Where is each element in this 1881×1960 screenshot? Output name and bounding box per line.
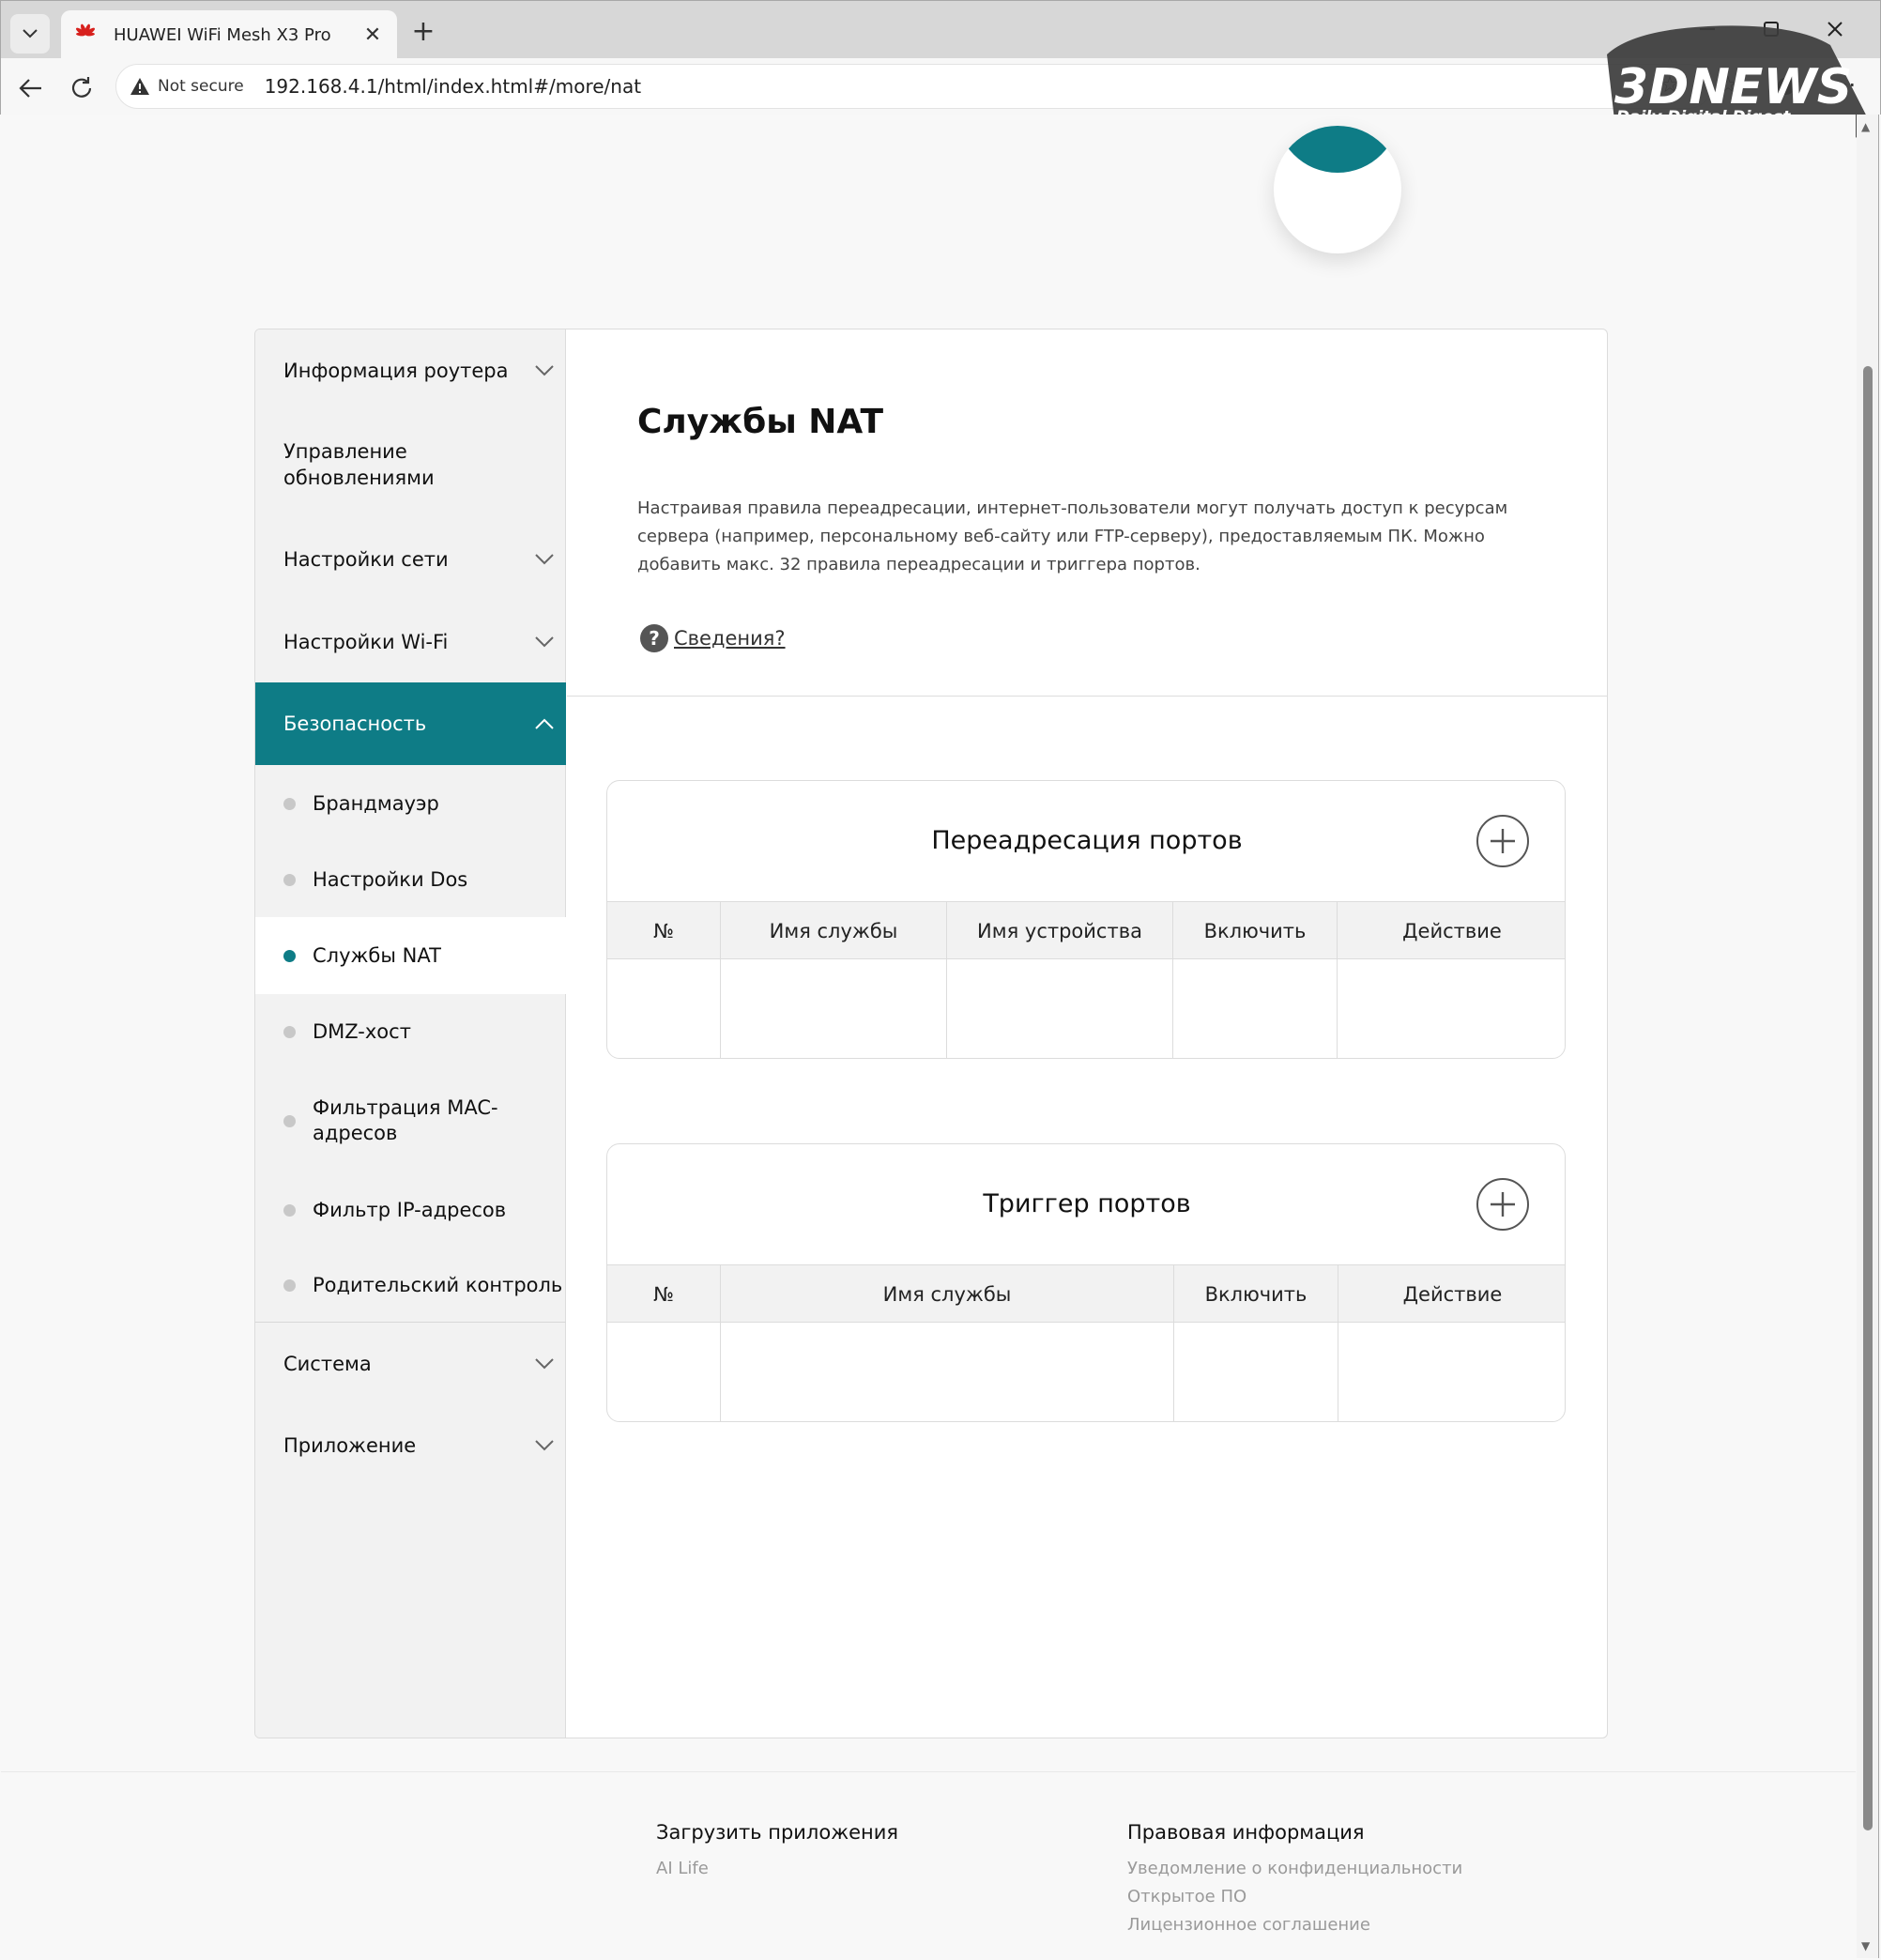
column-header: Действие <box>1402 1283 1503 1306</box>
help-link[interactable]: ? Сведения? <box>640 624 786 652</box>
port-forwarding-title: Переадресация портов <box>931 826 1243 855</box>
sidebar-item-network-settings[interactable]: Настройки сети <box>255 517 566 602</box>
sidebar-subitem-dos-settings[interactable]: Настройки Dos <box>255 842 566 917</box>
main-content: Службы NAT Настраивая правила переадреса… <box>567 329 1607 1738</box>
huawei-logo-icon <box>76 23 95 37</box>
address-bar[interactable]: Not secure 192.168.4.1/html/index.html#/… <box>115 64 1711 109</box>
page-footer: Загрузить приложения AI Life Правовая ин… <box>1 1771 1856 1959</box>
page-scrollbar[interactable]: ▲ ▼ <box>1857 115 1879 1958</box>
sidebar-item-system[interactable]: Система <box>255 1323 566 1405</box>
sidebar-subitem-mac-filter[interactable]: Фильтрация MAC-адресов <box>255 1069 566 1172</box>
sidebar-item-update-management[interactable]: Управление обновлениями <box>255 412 566 517</box>
port-trigger-panel: Триггер портов № Имя службы Включить Дей… <box>606 1143 1566 1422</box>
table-empty-cell <box>721 959 947 1058</box>
brand-logo <box>1274 126 1401 253</box>
help-link-text[interactable]: Сведения? <box>674 627 786 650</box>
port-trigger-table-header: № Имя службы Включить Действие <box>607 1264 1565 1324</box>
scroll-down-icon[interactable]: ▼ <box>1861 1939 1870 1952</box>
chevron-down-icon <box>535 554 554 565</box>
new-tab-icon[interactable]: + <box>406 16 440 50</box>
scroll-up-icon[interactable]: ▲ <box>1861 120 1870 133</box>
page-description: Настраивая правила переадресации, интерн… <box>637 498 1508 574</box>
table-empty-cell <box>1174 1323 1338 1421</box>
port-forwarding-panel: Переадресация портов № Имя службы Имя ус… <box>606 780 1566 1059</box>
security-status[interactable]: Not secure <box>158 77 244 96</box>
chevron-down-icon <box>535 1358 554 1370</box>
column-header: Имя устройства <box>947 902 1173 960</box>
plus-icon <box>1491 829 1515 853</box>
url-text[interactable]: 192.168.4.1/html/index.html#/more/nat <box>265 75 641 98</box>
warning-icon <box>130 78 149 95</box>
sidebar-subitem-ip-filter[interactable]: Фильтр IP-адресов <box>255 1172 566 1248</box>
add-port-trigger-button[interactable] <box>1476 1178 1529 1231</box>
table-empty-cell <box>607 959 721 1058</box>
tab-list-button[interactable] <box>10 14 50 54</box>
footer-legal-heading: Правовая информация <box>1127 1821 1365 1844</box>
sidebar-subitem-firewall[interactable]: Брандмауэр <box>255 765 566 842</box>
chevron-up-icon <box>535 718 554 729</box>
table-empty-cell <box>721 1323 1174 1421</box>
watermark-brand: 3DNEWS <box>1614 59 1852 115</box>
chevron-down-icon <box>535 365 554 376</box>
table-empty-cell <box>1173 959 1338 1058</box>
column-header: Включить <box>1174 1265 1338 1324</box>
scrollbar-thumb[interactable] <box>1863 366 1873 1830</box>
sidebar-subitem-dmz-host[interactable]: DMZ-хост <box>255 994 566 1069</box>
chevron-down-icon <box>535 636 554 648</box>
column-header: № <box>607 1265 721 1324</box>
sidebar-subitem-nat-services[interactable]: Службы NAT <box>255 917 566 994</box>
reload-icon[interactable] <box>63 69 100 107</box>
sidebar-subitem-parental-control[interactable]: Родительский контроль <box>255 1248 566 1323</box>
router-web-ui: Информация роутера Управление обновления… <box>1 115 1856 1958</box>
question-icon: ? <box>640 624 668 652</box>
column-header: Имя службы <box>721 1265 1174 1324</box>
page-title: Службы NAT <box>637 403 884 441</box>
footer-link-license[interactable]: Лицензионное соглашение <box>1127 1911 1462 1939</box>
back-icon[interactable] <box>12 69 50 107</box>
sidebar-item-router-info[interactable]: Информация роутера <box>255 329 566 412</box>
sidebar-item-application[interactable]: Приложение <box>255 1405 566 1486</box>
sidebar-nav: Информация роутера Управление обновления… <box>255 329 566 1738</box>
sidebar-item-wifi-settings[interactable]: Настройки Wi-Fi <box>255 602 566 682</box>
add-port-forwarding-button[interactable] <box>1476 815 1529 867</box>
column-header: Имя службы <box>721 902 947 960</box>
plus-icon <box>1491 1192 1515 1217</box>
browser-tab[interactable]: HUAWEI WiFi Mesh X3 Pro ✕ <box>61 10 397 59</box>
table-empty-cell <box>607 1323 721 1421</box>
port-trigger-title: Триггер портов <box>983 1189 1191 1218</box>
footer-apps-column: Загрузить приложения AI Life <box>656 1821 898 1883</box>
settings-card: Информация роутера Управление обновления… <box>254 329 1608 1738</box>
footer-apps-heading: Загрузить приложения <box>656 1821 899 1844</box>
footer-link-open-source[interactable]: Открытое ПО <box>1127 1883 1462 1911</box>
port-forwarding-table-header: № Имя службы Имя устройства Включить Дей… <box>607 901 1565 960</box>
content-divider <box>567 696 1607 697</box>
sidebar-item-security[interactable]: Безопасность <box>255 682 566 765</box>
footer-link-ai-life[interactable]: AI Life <box>656 1855 898 1883</box>
close-tab-icon[interactable]: ✕ <box>361 23 384 47</box>
column-header: № <box>607 902 721 960</box>
footer-link-privacy[interactable]: Уведомление о конфиденциальности <box>1127 1855 1462 1883</box>
chevron-down-icon <box>23 29 38 38</box>
footer-legal-column: Правовая информация Уведомление о конфид… <box>1127 1821 1462 1939</box>
column-header: Включить <box>1173 902 1338 960</box>
column-header: Действие <box>1402 920 1502 942</box>
table-empty-cell <box>947 959 1173 1058</box>
tab-title: HUAWEI WiFi Mesh X3 Pro <box>114 24 331 45</box>
chevron-down-icon <box>535 1440 554 1451</box>
